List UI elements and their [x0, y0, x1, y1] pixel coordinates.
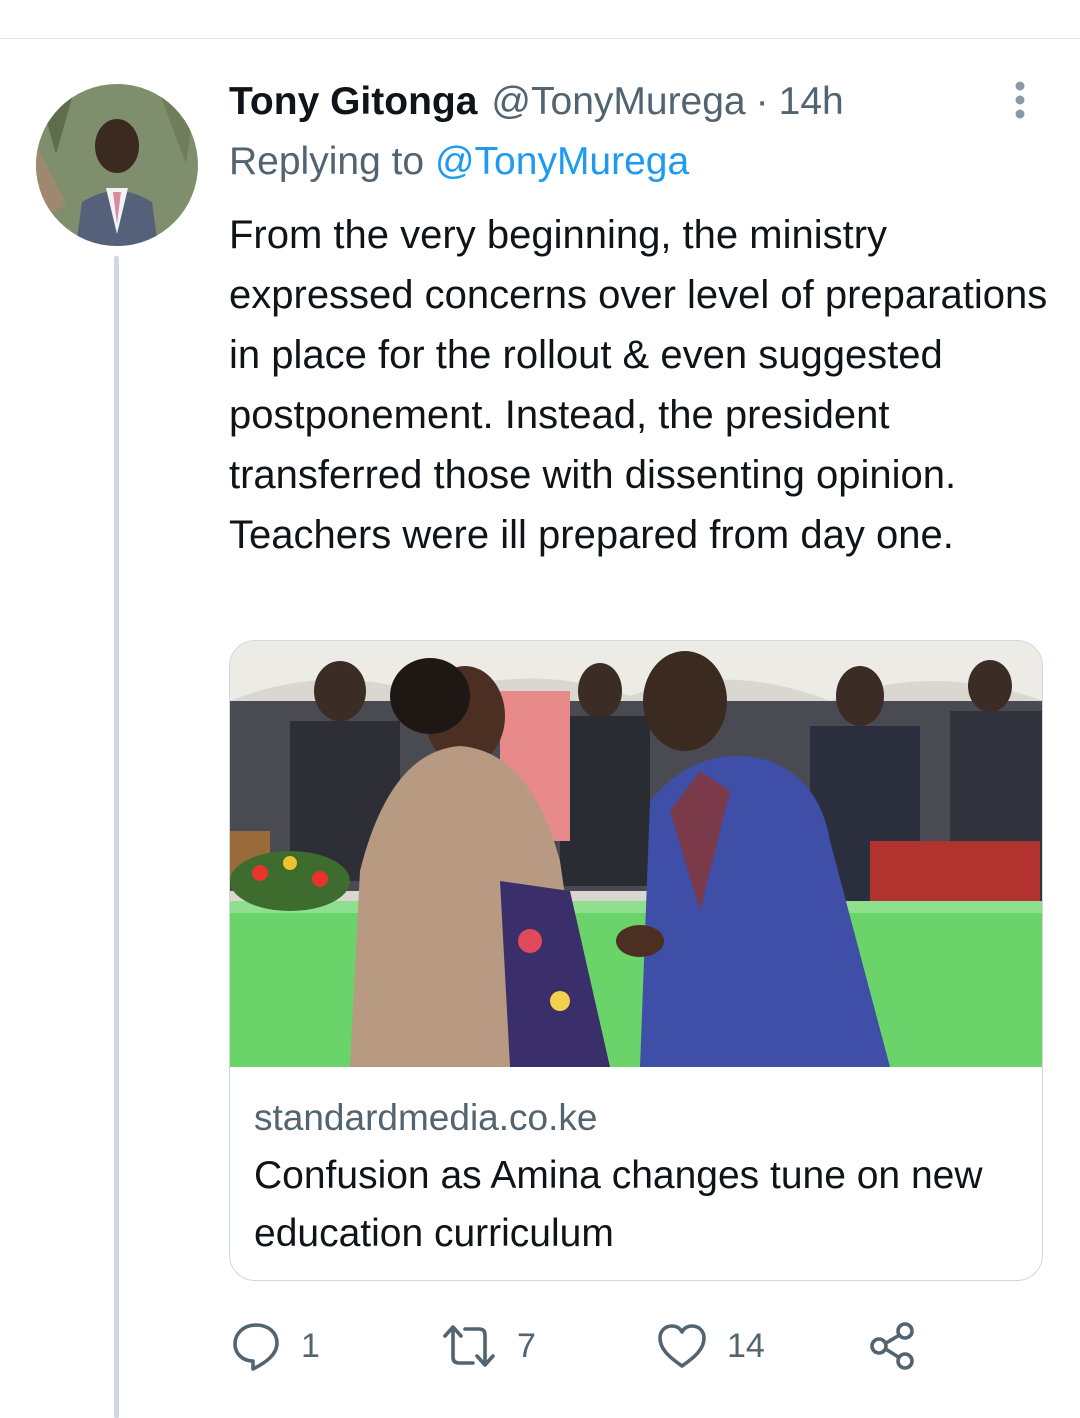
author-handle[interactable]: @TonyMurega	[491, 80, 745, 124]
reply-icon	[233, 1323, 279, 1371]
thread-line	[114, 256, 119, 1418]
link-card[interactable]: standardmedia.co.ke Confusion as Amina c…	[229, 640, 1043, 1281]
card-meta: standardmedia.co.ke Confusion as Amina c…	[254, 1093, 1034, 1263]
heart-icon	[658, 1324, 706, 1368]
retweet-count: 7	[517, 1326, 536, 1365]
header-separator: ·	[755, 80, 769, 123]
top-divider	[0, 38, 1080, 39]
retweet-icon	[443, 1325, 495, 1367]
share-button[interactable]	[865, 1316, 919, 1376]
tweet-text: From the very beginning, the ministry ex…	[229, 213, 1048, 557]
replying-prefix: Replying to	[229, 140, 425, 183]
author-name[interactable]: Tony Gitonga	[229, 80, 477, 124]
share-icon	[870, 1322, 914, 1370]
avatar[interactable]	[36, 84, 198, 246]
replying-mention[interactable]: @TonyMurega	[435, 140, 689, 183]
card-domain: standardmedia.co.ke	[254, 1097, 598, 1138]
timestamp[interactable]: 14h	[779, 80, 844, 124]
reply-count: 1	[301, 1326, 320, 1365]
action-bar: 1 7 14	[229, 1316, 1049, 1376]
like-count: 14	[727, 1326, 765, 1365]
more-options-button[interactable]	[1000, 78, 1040, 122]
more-vertical-icon	[1015, 81, 1025, 119]
replying-to: Replying to @TonyMurega	[229, 140, 689, 184]
avatar-image	[36, 84, 198, 246]
reply-button[interactable]: 1	[229, 1316, 320, 1376]
tweet-header: Tony Gitonga @TonyMurega · 14h	[229, 78, 844, 126]
card-image	[230, 641, 1042, 1067]
retweet-button[interactable]: 7	[439, 1316, 536, 1376]
like-button[interactable]: 14	[655, 1316, 765, 1376]
card-title: Confusion as Amina changes tune on new e…	[254, 1154, 983, 1255]
